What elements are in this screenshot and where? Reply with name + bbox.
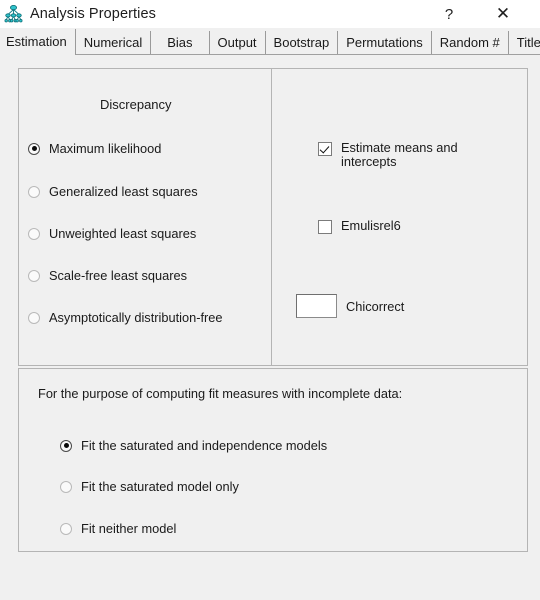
radio-label: Generalized least squares xyxy=(49,184,198,199)
radio-asymptotically-distribution-free[interactable]: Asymptotically distribution-free xyxy=(28,310,223,325)
title-bar: Analysis Properties ? ✕ xyxy=(0,0,540,28)
tab-permutations[interactable]: Permutations xyxy=(338,31,432,55)
radio-fit-saturated-only[interactable]: Fit the saturated model only xyxy=(60,479,239,494)
fit-measures-group: For the purpose of computing fit measure… xyxy=(18,368,528,552)
checkbox-label: Estimate means and intercepts xyxy=(341,140,458,169)
radio-indicator xyxy=(60,522,72,535)
tab-title[interactable]: Title xyxy=(508,31,540,55)
chicorrect-input[interactable] xyxy=(296,294,337,318)
tab-estimation[interactable]: Estimation xyxy=(0,29,76,55)
checkbox-estimate-means-and-intercepts[interactable]: Estimate means and intercepts xyxy=(318,141,483,169)
window-title: Analysis Properties xyxy=(30,6,157,22)
tab-output[interactable]: Output xyxy=(209,31,266,55)
chicorrect-label: Chicorrect xyxy=(346,298,405,314)
radio-scale-free-least-squares[interactable]: Scale-free least squares xyxy=(28,268,187,283)
checkbox-indicator xyxy=(318,220,332,234)
fit-measures-prompt: For the purpose of computing fit measure… xyxy=(38,386,403,401)
radio-fit-neither-model[interactable]: Fit neither model xyxy=(60,521,176,536)
tab-bootstrap[interactable]: Bootstrap xyxy=(265,31,339,55)
checkbox-emulisrel6[interactable]: Emulisrel6 xyxy=(318,219,401,234)
radio-label: Fit the saturated model only xyxy=(81,479,239,494)
radio-label: Fit the saturated and independence model… xyxy=(81,438,328,453)
help-button[interactable]: ? xyxy=(426,0,472,28)
radio-maximum-likelihood[interactable]: Maximum likelihood xyxy=(28,141,161,156)
radio-indicator xyxy=(28,185,40,198)
radio-fit-saturated-and-independence[interactable]: Fit the saturated and independence model… xyxy=(60,438,327,453)
chicorrect-field-row: Chicorrect xyxy=(296,294,404,318)
tab-numerical[interactable]: Numerical xyxy=(75,31,152,55)
tab-random-number[interactable]: Random # xyxy=(431,31,509,55)
radio-unweighted-least-squares[interactable]: Unweighted least squares xyxy=(28,226,196,241)
estimation-options-group: Estimate means and intercepts Emulisrel6… xyxy=(271,68,528,366)
path-diagram-icon xyxy=(4,4,24,24)
checkbox-label: Emulisrel6 xyxy=(341,218,401,233)
radio-label: Unweighted least squares xyxy=(49,226,197,241)
discrepancy-heading: Discrepancy xyxy=(100,97,172,112)
tab-bias[interactable]: Bias xyxy=(151,31,210,55)
radio-label: Scale-free least squares xyxy=(49,268,187,283)
radio-indicator xyxy=(28,227,40,240)
discrepancy-group: Discrepancy Maximum likelihood Generaliz… xyxy=(18,68,272,366)
radio-indicator xyxy=(28,311,40,324)
radio-indicator xyxy=(60,480,72,493)
radio-label: Maximum likelihood xyxy=(49,141,162,156)
tab-strip: Estimation Numerical Bias Output Bootstr… xyxy=(0,28,540,55)
radio-label: Fit neither model xyxy=(81,521,177,536)
radio-indicator xyxy=(28,269,40,282)
radio-generalized-least-squares[interactable]: Generalized least squares xyxy=(28,184,198,199)
checkbox-indicator xyxy=(318,142,332,156)
radio-indicator xyxy=(28,142,40,155)
radio-label: Asymptotically distribution-free xyxy=(49,310,223,325)
radio-indicator xyxy=(60,439,72,452)
close-button[interactable]: ✕ xyxy=(480,0,526,28)
